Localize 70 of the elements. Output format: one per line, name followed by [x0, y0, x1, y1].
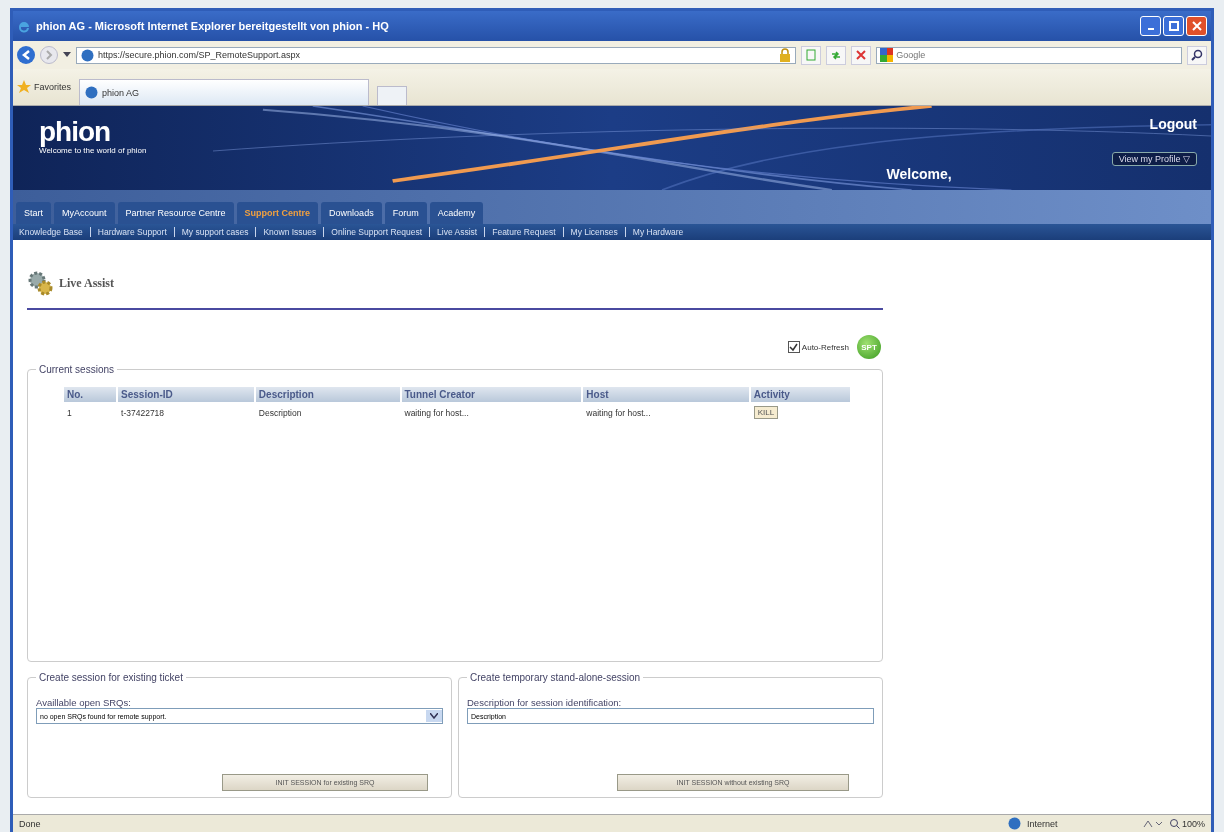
- minimize-icon: [1147, 28, 1154, 30]
- table-cell-text: waiting for host...: [585, 406, 652, 420]
- close-button[interactable]: [1186, 16, 1207, 36]
- field-label: Description for session identification:: [467, 697, 623, 708]
- logout-link[interactable]: Logout: [1149, 116, 1197, 132]
- panel-legend: Create session for existing ticket: [36, 672, 186, 683]
- view-profile-button[interactable]: View my Profile ▽: [1111, 152, 1197, 166]
- nav-tab[interactable]: Academy: [429, 202, 484, 224]
- page-title: Live Assist: [59, 275, 114, 291]
- table-cell-text: 1: [66, 406, 73, 420]
- table-cell-text: Description: [257, 406, 303, 420]
- nav-tab[interactable]: Partner Resource Centre: [117, 202, 234, 224]
- globe-icon: [85, 86, 98, 99]
- refresh-icon[interactable]: [826, 45, 846, 65]
- column-header: No.: [64, 387, 117, 402]
- panel-legend: Create temporary stand-alone-session: [467, 672, 644, 683]
- sub-nav-link[interactable]: My Hardware: [632, 227, 684, 237]
- back-button[interactable]: [17, 46, 35, 64]
- kill-button[interactable]: KILL: [753, 406, 779, 419]
- sub-nav-link[interactable]: Online Support Request: [331, 227, 423, 237]
- sub-nav-link[interactable]: My Licenses: [570, 227, 618, 237]
- sub-nav-link[interactable]: My support cases: [181, 227, 249, 237]
- sub-nav-link[interactable]: Live Assist: [437, 227, 478, 237]
- column-header: Activity: [750, 387, 850, 402]
- maximize-icon: [1168, 21, 1179, 31]
- check-icon: [789, 342, 799, 352]
- column-header: Description: [255, 387, 400, 402]
- dropdown-caret-icon[interactable]: [63, 52, 71, 58]
- nav-tab[interactable]: Downloads: [321, 202, 382, 224]
- stop-icon[interactable]: [851, 45, 871, 65]
- status-text: Done: [19, 818, 41, 829]
- table-cell-text: t-37422718: [120, 406, 166, 420]
- magnifier-icon: [1168, 818, 1180, 829]
- gears-icon: [27, 270, 53, 296]
- search-button[interactable]: [1187, 45, 1207, 65]
- globe-icon: [81, 48, 94, 62]
- address-bar[interactable]: https://secure.phion.com/SP_RemoteSupport.aspx: [76, 46, 796, 64]
- search-bar[interactable]: Google: [876, 46, 1182, 64]
- globe-icon: [1007, 817, 1021, 830]
- nav-tab[interactable]: Support Centre: [236, 202, 319, 224]
- nav-tab[interactable]: MyAccount: [54, 202, 115, 224]
- sub-nav-link[interactable]: Known Issues: [263, 227, 317, 237]
- browser-tab[interactable]: phion AG: [79, 79, 369, 105]
- dropdown-caret-icon: [426, 710, 442, 722]
- tagline: Welcome to the world of phion: [39, 146, 147, 155]
- window-title: phion AG - Microsoft Internet Explorer bereitgestellt von phion - HQ: [36, 20, 389, 32]
- browser-logo-icon: [17, 19, 31, 33]
- security-zone-text: Internet: [1026, 818, 1059, 829]
- phion-logo[interactable]: phion: [39, 118, 147, 146]
- search-provider-icon: [880, 48, 894, 62]
- table-cell-text: waiting for host...: [403, 406, 470, 420]
- auto-refresh-checkbox[interactable]: Auto-Refresh: [787, 341, 849, 353]
- panel-legend: Current sessions: [36, 364, 118, 375]
- field-label: Availlable open SRQs:: [36, 697, 132, 708]
- star-icon: [17, 80, 31, 94]
- zoom-level-button[interactable]: 100%: [1168, 818, 1205, 829]
- close-icon: [1191, 21, 1202, 31]
- minimize-button[interactable]: [1140, 16, 1161, 36]
- column-header: Session-ID: [118, 387, 254, 402]
- sub-nav-link[interactable]: Knowledge Base: [19, 227, 83, 237]
- nav-tab[interactable]: Start: [16, 202, 51, 224]
- favorites-button[interactable]: Favorites: [17, 80, 71, 94]
- column-header: Tunnel Creator: [401, 387, 582, 402]
- sub-nav-link[interactable]: Feature Request: [492, 227, 556, 237]
- padlock-icon: [779, 48, 791, 62]
- maximize-button[interactable]: [1163, 16, 1184, 36]
- column-header: Host: [583, 387, 749, 402]
- sub-nav-link[interactable]: Hardware Support: [97, 227, 167, 237]
- nav-tab[interactable]: Forum: [384, 202, 427, 224]
- welcome-text: Welcome,: [886, 166, 952, 182]
